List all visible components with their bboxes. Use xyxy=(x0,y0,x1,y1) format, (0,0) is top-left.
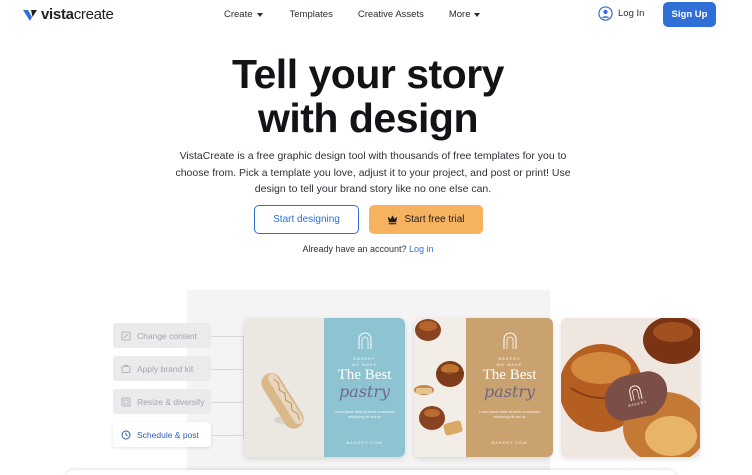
bottom-card-edge xyxy=(66,470,676,475)
poster-brand-name: BAKERY xyxy=(353,356,376,361)
poster-brand-name: BAKERY xyxy=(498,356,521,361)
feature-change-content[interactable]: Change content xyxy=(113,323,211,348)
nav-more[interactable]: More xyxy=(449,9,481,20)
poster-headline: The Best xyxy=(482,367,537,383)
nav-templates[interactable]: Templates xyxy=(290,9,333,20)
user-icon xyxy=(598,6,613,21)
account-prompt-text: Already have an account? xyxy=(302,244,407,254)
top-navbar: vistacreate Create Templates Creative As… xyxy=(0,0,752,30)
nav-more-label: More xyxy=(448,9,471,20)
login-link[interactable]: Log In xyxy=(598,6,644,21)
nav-creative-assets[interactable]: Creative Assets xyxy=(358,9,424,20)
brand-kit-icon xyxy=(121,364,131,373)
hero-description: VistaCreate is a free graphic design too… xyxy=(175,150,571,195)
arch-logo-icon xyxy=(358,332,371,349)
nav-links: Create Templates Creative Assets More xyxy=(224,9,481,20)
hero-title: Tell your story with design xyxy=(0,52,736,140)
account-prompt: Already have an account? Log in xyxy=(0,244,736,254)
poster-tan: BAKERY WE MAKE The Best pastry Lorem ips… xyxy=(466,318,553,457)
poster-fine-print: Lorem ipsum dolor sit amet consectetur a… xyxy=(478,410,541,419)
caneles-photo xyxy=(414,318,466,457)
poster-script: pastry xyxy=(483,382,536,401)
logo-icon xyxy=(23,9,37,21)
arch-logo-icon xyxy=(503,332,516,349)
feature-resize-diversify[interactable]: Resize & diversify xyxy=(113,389,211,414)
connector-line xyxy=(211,402,244,403)
resize-icon xyxy=(121,397,131,406)
poster-footer: BAKERY.COM xyxy=(491,440,528,445)
connector-line xyxy=(211,435,244,436)
poster-headline: The Best xyxy=(337,367,392,383)
eclair-photo xyxy=(244,318,324,457)
vistacreate-logo[interactable]: vistacreate xyxy=(22,6,114,23)
account-login-link[interactable]: Log in xyxy=(409,244,434,254)
feature-label: Apply brand kit xyxy=(137,363,194,374)
template-card-badge[interactable]: BAKERY xyxy=(561,318,700,457)
hero-title-line2: with design xyxy=(258,95,479,141)
feature-apply-brand-kit[interactable]: Apply brand kit xyxy=(113,356,211,381)
clock-icon xyxy=(121,430,131,439)
connector-line xyxy=(211,369,244,370)
chevron-down-icon xyxy=(474,13,481,17)
nav-create-label: Create xyxy=(224,9,253,20)
start-free-trial-button[interactable]: Start free trial xyxy=(369,205,483,234)
start-designing-button[interactable]: Start designing xyxy=(254,205,359,234)
nav-templates-label: Templates xyxy=(289,9,333,20)
chevron-down-icon xyxy=(256,13,263,17)
feature-label: Change content xyxy=(137,330,198,341)
login-label: Log In xyxy=(618,8,645,19)
nav-create[interactable]: Create xyxy=(224,9,263,20)
feature-schedule-post[interactable]: Schedule & post xyxy=(113,422,211,447)
feature-label: Schedule & post xyxy=(137,429,199,440)
hero-title-line1: Tell your story xyxy=(232,51,504,97)
feature-label: Resize & diversify xyxy=(137,396,205,407)
template-card-caneles[interactable]: BAKERY WE MAKE The Best pastry Lorem ips… xyxy=(414,318,553,457)
logo-text: vistacreate xyxy=(41,6,114,23)
template-card-eclair[interactable]: BAKERY WE MAKE The Best pastry Lorem ips… xyxy=(244,318,405,457)
arch-logo-icon xyxy=(629,385,643,402)
poster-script: pastry xyxy=(338,382,391,401)
poster-blue: BAKERY WE MAKE The Best pastry Lorem ips… xyxy=(324,318,405,457)
connector-line xyxy=(211,336,244,337)
start-free-trial-label: Start free trial xyxy=(404,214,465,225)
nav-creative-assets-label: Creative Assets xyxy=(357,9,424,20)
poster-footer: BAKERY.COM xyxy=(346,440,383,445)
crown-icon xyxy=(388,215,398,225)
edit-icon xyxy=(121,331,131,340)
signup-button[interactable]: Sign Up xyxy=(663,2,716,27)
poster-fine-print: Lorem ipsum dolor sit amet consectetur a… xyxy=(333,410,396,419)
